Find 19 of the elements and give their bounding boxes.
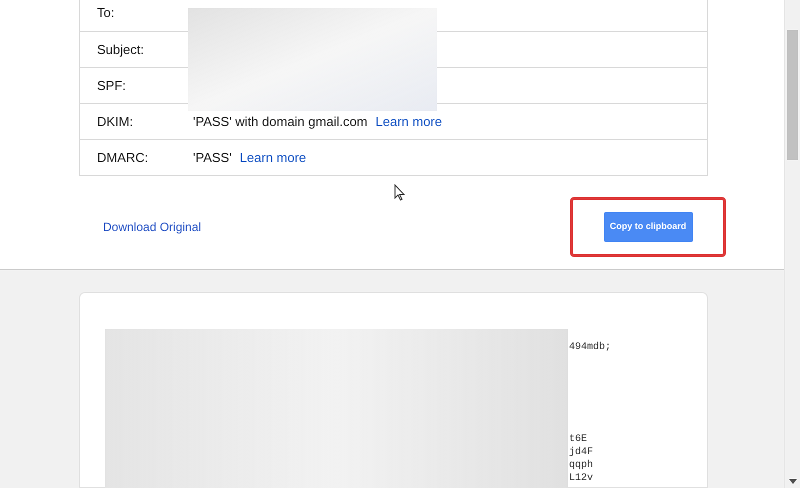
header-label: SPF:	[96, 76, 127, 95]
download-link[interactable]: Download Original	[103, 218, 202, 236]
header-value: 'PASS'	[193, 148, 232, 167]
header-label: DMARC:	[96, 148, 150, 167]
code-line: 494mdb;	[569, 341, 612, 354]
code-line: jd4F	[569, 446, 594, 459]
cursor-icon	[394, 184, 405, 201]
code-line: qqph	[569, 459, 594, 472]
copy-to-clipboard-button[interactable]: Copy to clipboard	[604, 212, 692, 242]
code-line: L12v	[569, 472, 594, 485]
scroll-down-icon[interactable]	[788, 479, 796, 484]
code-line: t6E	[569, 433, 588, 446]
header-value: 'PASS' with domain gmail.com	[193, 112, 368, 131]
header-label: To:	[96, 4, 116, 22]
header-label: Subject:	[96, 40, 145, 59]
learn-more-link[interactable]: Learn more	[240, 148, 306, 168]
header-label: DKIM:	[96, 112, 134, 131]
learn-more-link[interactable]: Learn more	[376, 112, 442, 132]
scrollbar-thumb[interactable]	[787, 30, 798, 160]
